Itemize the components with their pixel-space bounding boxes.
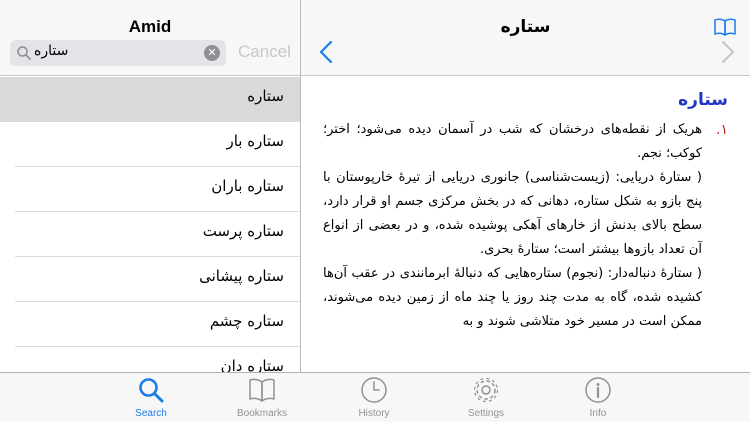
result-item[interactable]: ستاره پرست: [15, 212, 300, 257]
tab-label: Search: [135, 408, 167, 419]
result-item[interactable]: ستاره پیشانی: [15, 257, 300, 302]
bookmark-book-icon[interactable]: [714, 18, 736, 36]
result-label: ستاره پرست: [202, 222, 284, 240]
search-header: Amid ستاره ✕ Cancel: [0, 0, 300, 76]
result-label: ستاره دان: [220, 357, 284, 372]
result-list: ستاره ستاره بار ستاره باران ستاره پرست س…: [0, 77, 300, 372]
result-label: ستاره چشم: [209, 312, 284, 330]
result-item[interactable]: ستاره بار: [15, 122, 300, 167]
search-field[interactable]: ستاره ✕: [10, 40, 226, 66]
search-input[interactable]: ستاره: [34, 43, 68, 59]
tab-history[interactable]: History: [334, 376, 414, 422]
cancel-button[interactable]: Cancel: [238, 42, 291, 62]
clear-search-icon[interactable]: ✕: [204, 45, 220, 61]
search-icon: [139, 378, 164, 403]
tab-bookmarks[interactable]: Bookmarks: [222, 376, 302, 422]
definition-paragraph: ( ستارهٔ دنباله‌دار: (نجوم) ستاره‌هایی ک…: [323, 266, 702, 329]
back-chevron-icon[interactable]: [319, 40, 333, 64]
result-item[interactable]: ستاره: [0, 77, 300, 122]
search-icon: [17, 46, 31, 60]
definition-paragraph: ( ستارهٔ دریایی: (زیست‌شناسی) جانوری دری…: [323, 170, 702, 257]
result-item[interactable]: ستاره چشم: [15, 302, 300, 347]
tab-info[interactable]: Info: [558, 376, 638, 422]
sense-number: ۱.: [716, 122, 728, 138]
gear-icon: [473, 377, 499, 403]
clock-icon: [361, 377, 387, 403]
search-pane: Amid ستاره ✕ Cancel ستاره ستاره بار ستار…: [0, 0, 300, 372]
tab-label: Bookmarks: [236, 408, 287, 419]
tab-settings[interactable]: Settings: [446, 376, 526, 422]
headword: ستاره: [678, 90, 728, 110]
result-item[interactable]: ستاره باران: [15, 167, 300, 212]
result-label: ستاره: [247, 87, 284, 105]
tab-search[interactable]: Search: [111, 376, 191, 422]
forward-chevron-icon[interactable]: [721, 40, 735, 64]
definition-pane: ستاره ستاره ۱. هریک از نقطه‌های درخشان ک…: [301, 0, 750, 372]
tab-bar: Search Bookmarks History Settings Info: [0, 372, 750, 422]
tab-label: History: [358, 408, 390, 419]
app-title: Amid: [128, 17, 172, 36]
tab-label: Info: [589, 408, 607, 419]
definition-content: ستاره ۱. هریک از نقطه‌های درخشان که شب د…: [301, 76, 750, 372]
result-label: ستاره پیشانی: [199, 267, 284, 285]
definition-text: ۱. هریک از نقطه‌های درخشان که شب در آسما…: [323, 118, 728, 334]
tab-label: Settings: [467, 408, 505, 419]
result-label: ستاره بار: [226, 132, 284, 150]
result-item[interactable]: ستاره دان: [15, 347, 300, 372]
book-icon: [249, 378, 275, 402]
definition-paragraph: هریک از نقطه‌های درخشان که شب در آسمان د…: [323, 122, 702, 161]
info-icon: [585, 377, 611, 403]
definition-header: ستاره: [301, 0, 750, 76]
result-label: ستاره باران: [211, 177, 284, 195]
entry-title: ستاره: [500, 17, 551, 37]
